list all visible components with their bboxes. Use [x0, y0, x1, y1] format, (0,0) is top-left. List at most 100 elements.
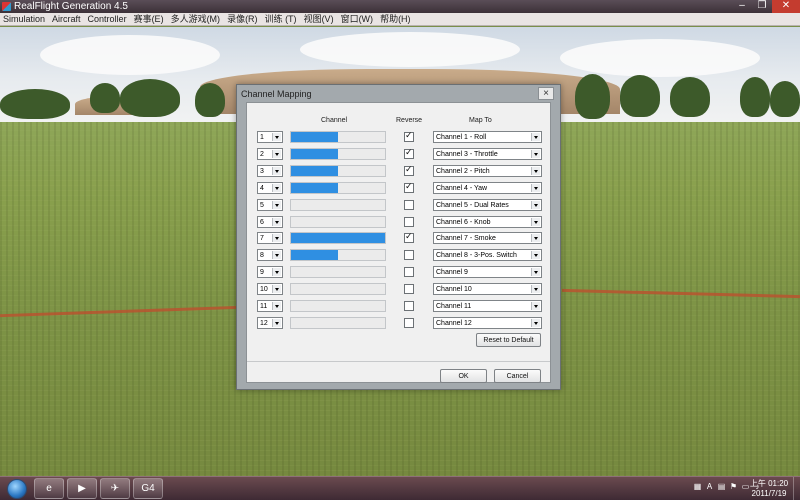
map-to-select[interactable]: Channel 5 - Dual Rates [433, 198, 542, 211]
menu-events[interactable]: 赛事(E) [134, 13, 164, 25]
channel-level-fill [291, 182, 338, 193]
map-to-select[interactable]: Channel 2 - Pitch [433, 164, 542, 177]
menu-help[interactable]: 帮助(H) [380, 13, 411, 25]
reverse-checkbox[interactable] [404, 216, 414, 227]
cancel-button[interactable]: Cancel [494, 369, 541, 383]
channel-number-select[interactable]: 7 [257, 232, 283, 245]
reverse-checkbox[interactable] [404, 267, 414, 278]
map-to-value: Channel 4 - Yaw [436, 184, 488, 192]
channel-level-bar [290, 164, 386, 177]
channel-level-bar [290, 181, 386, 194]
map-to-select[interactable]: Channel 3 - Throttle [433, 147, 542, 160]
map-to-value: Channel 6 - Knob [436, 218, 491, 226]
channel-number-select[interactable]: 9 [257, 266, 283, 279]
menu-multiplayer[interactable]: 多人游戏(M) [171, 13, 221, 25]
reverse-checkbox[interactable] [404, 231, 414, 244]
channel-row: 6 Channel 6 - Knob [257, 215, 542, 229]
menu-window[interactable]: 窗口(W) [341, 13, 374, 25]
reverse-checkbox[interactable] [404, 181, 414, 193]
channel-number-select[interactable]: 1 [257, 131, 283, 143]
chevron-down-icon [272, 268, 281, 277]
chevron-down-icon [272, 166, 281, 175]
menu-aircraft[interactable]: Aircraft [52, 13, 81, 25]
channel-level-fill [291, 233, 385, 244]
menu-controller[interactable]: Controller [88, 13, 127, 25]
menu-bar: Simulation Aircraft Controller 赛事(E) 多人游… [0, 13, 800, 26]
map-to-select[interactable]: Channel 12 [433, 316, 542, 329]
chevron-down-icon [272, 133, 281, 141]
channel-row: 10 Channel 10 [257, 283, 542, 296]
reverse-checkbox[interactable] [404, 164, 414, 176]
windows-orb-icon [7, 479, 27, 499]
show-desktop-button[interactable] [793, 477, 800, 500]
clock-time: 上午 01:20 [749, 479, 789, 488]
channel-number-value: 4 [260, 184, 264, 192]
start-button[interactable] [0, 477, 30, 500]
close-window-button[interactable]: ✕ [772, 0, 800, 13]
ime-icon[interactable]: A [705, 482, 714, 491]
window-title-bar[interactable]: RealFlight Generation 4.5 – ❐ ✕ [0, 0, 800, 13]
channel-number-select[interactable]: 4 [257, 181, 283, 194]
network-icon[interactable]: ▦ [693, 482, 702, 491]
reset-to-default-button[interactable]: Reset to Default [476, 333, 541, 347]
menu-simulation[interactable]: Simulation [3, 13, 45, 25]
channel-row: 3 Channel 2 - Pitch [257, 164, 542, 178]
map-to-select[interactable]: Channel 4 - Yaw [433, 181, 542, 194]
map-to-select[interactable]: Channel 7 - Smoke [433, 232, 542, 245]
map-to-select[interactable]: Channel 6 - Knob [433, 215, 542, 228]
channel-level-bar [290, 316, 386, 329]
menu-view[interactable]: 视图(V) [304, 13, 334, 25]
ok-button[interactable]: OK [440, 369, 487, 383]
window-title: RealFlight Generation 4.5 [14, 1, 128, 12]
keyboard-icon[interactable]: ▤ [717, 482, 726, 491]
dialog-close-button[interactable]: × [538, 87, 554, 100]
menu-training[interactable]: 训练 (T) [265, 13, 297, 25]
g4-icon[interactable]: G4 [133, 478, 163, 499]
channel-number-select[interactable]: 11 [257, 300, 283, 312]
channel-mapping-dialog: Channel Mapping × Channel Reverse Map To… [236, 84, 561, 390]
reverse-checkbox[interactable] [404, 317, 414, 328]
reverse-checkbox[interactable] [404, 301, 414, 311]
reverse-checkbox[interactable] [404, 130, 414, 142]
flag-icon[interactable]: ⚑ [729, 482, 738, 491]
channel-number-value: 8 [260, 252, 264, 260]
reverse-checkbox[interactable] [404, 250, 414, 261]
map-to-select[interactable]: Channel 1 - Roll [433, 131, 542, 143]
map-to-select[interactable]: Channel 9 [433, 266, 542, 279]
menu-recording[interactable]: 录像(R) [227, 13, 258, 25]
channel-number-value: 6 [260, 218, 264, 226]
ie-icon[interactable]: e [34, 478, 64, 499]
channel-number-value: 5 [260, 201, 264, 209]
channel-number-value: 11 [260, 303, 268, 310]
dialog-title: Channel Mapping [241, 89, 312, 99]
channel-number-value: 9 [260, 269, 264, 277]
channel-number-select[interactable]: 2 [257, 147, 283, 160]
restore-button[interactable]: ❐ [752, 0, 772, 13]
map-to-select[interactable]: Channel 10 [433, 283, 542, 296]
channel-number-select[interactable]: 6 [257, 215, 283, 228]
map-to-select[interactable]: Channel 8 - 3-Pos. Switch [433, 249, 542, 262]
chevron-down-icon [531, 183, 540, 192]
chevron-down-icon [272, 183, 281, 192]
chevron-down-icon [531, 234, 540, 243]
map-to-value: Channel 2 - Pitch [436, 167, 490, 175]
taskbar-clock[interactable]: 上午 01:20 2011/7/19 [745, 479, 793, 499]
channel-level-bar [290, 198, 386, 211]
channel-row: 11 Channel 11 [257, 300, 542, 313]
channel-number-select[interactable]: 5 [257, 198, 283, 211]
media-player-icon[interactable]: ▶ [67, 478, 97, 499]
channel-number-select[interactable]: 12 [257, 316, 283, 329]
minimize-button[interactable]: – [732, 0, 752, 13]
chevron-down-icon [531, 149, 540, 158]
header-reverse: Reverse [396, 117, 423, 124]
channel-number-select[interactable]: 10 [257, 283, 283, 296]
reverse-checkbox[interactable] [404, 284, 414, 295]
channel-number-select[interactable]: 3 [257, 164, 283, 177]
reverse-checkbox[interactable] [404, 199, 414, 210]
channel-number-select[interactable]: 8 [257, 249, 283, 262]
reverse-checkbox[interactable] [404, 147, 414, 159]
chevron-down-icon [531, 268, 540, 277]
realflight-icon[interactable]: ✈ [100, 478, 130, 499]
map-to-value: Channel 10 [436, 286, 472, 294]
map-to-select[interactable]: Channel 11 [433, 300, 542, 312]
